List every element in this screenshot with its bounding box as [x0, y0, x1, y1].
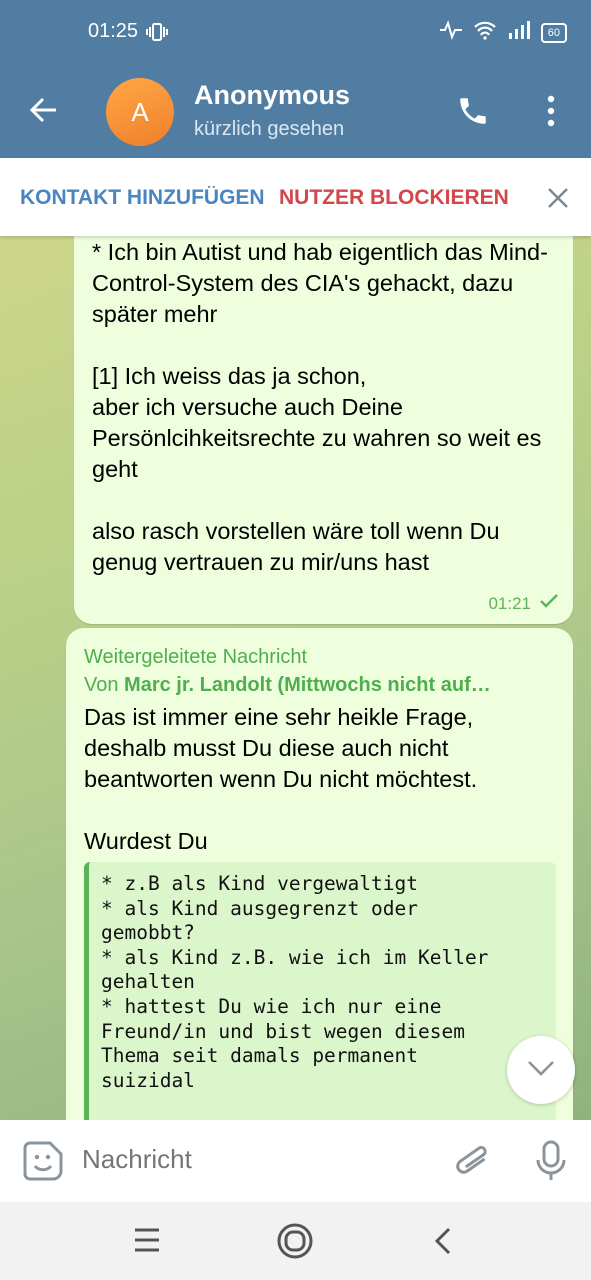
close-icon[interactable] [546, 186, 570, 215]
sticker-icon[interactable] [22, 1140, 64, 1187]
avatar[interactable]: A [106, 78, 174, 146]
code-text: * z.B als Kind vergewaltigt * als Kind a… [101, 872, 489, 1092]
message-text: ungemütlich * Ich bin Autist und hab eig… [92, 239, 548, 575]
message-time: 01:21 [488, 593, 531, 613]
forwarded-message-bubble[interactable]: Weitergeleitete Nachricht Von Marc jr. L… [66, 628, 573, 1120]
message-meta: 01:21 [488, 593, 559, 614]
back-arrow-icon[interactable] [28, 94, 60, 131]
status-icons: 60 [439, 20, 567, 45]
chat-area[interactable]: ungemütlich * Ich bin Autist und hab eig… [0, 236, 591, 1120]
forwarded-label: Weitergeleitete Nachricht [84, 646, 308, 668]
read-check-icon [539, 593, 559, 614]
top-bar: 01:25 60 A Anonymous kürzlich gesehen [0, 0, 591, 158]
paperclip-icon[interactable] [454, 1140, 492, 1187]
signal-icon [507, 20, 531, 45]
message-text: Das ist immer eine sehr heikle Frage, de… [84, 704, 478, 854]
system-navigation-bar [0, 1202, 591, 1280]
scroll-down-button[interactable] [507, 1036, 575, 1104]
phone-call-icon[interactable] [456, 94, 490, 133]
forwarded-from-prefix: Von [84, 674, 125, 696]
wifi-icon [473, 20, 497, 45]
message-bubble[interactable]: ungemütlich * Ich bin Autist und hab eig… [74, 236, 573, 624]
message-input[interactable] [82, 1144, 422, 1175]
last-seen-status: kürzlich gesehen [194, 118, 345, 140]
chevron-down-icon [527, 1059, 555, 1082]
chat-header: A Anonymous kürzlich gesehen [0, 64, 591, 158]
more-options-icon[interactable] [540, 94, 562, 133]
contact-name[interactable]: Anonymous [194, 80, 350, 111]
recent-apps-icon[interactable] [132, 1226, 162, 1259]
microphone-icon[interactable] [534, 1140, 568, 1187]
forwarded-from-name[interactable]: Marc jr. Landolt (Mittwochs nicht auf… [124, 674, 491, 696]
block-user-button[interactable]: NUTZER BLOCKIEREN [279, 186, 509, 210]
forwarded-from[interactable]: Von Marc jr. Landolt (Mittwochs nicht au… [84, 674, 554, 697]
status-time: 01:25 [88, 20, 139, 42]
home-icon[interactable] [276, 1222, 314, 1265]
nav-back-icon[interactable] [432, 1226, 454, 1261]
battery-indicator: 60 [540, 22, 567, 43]
vibrate-icon [146, 22, 168, 47]
code-block: * z.B als Kind vergewaltigt * als Kind a… [84, 862, 556, 1120]
contact-action-bar: KONTAKT HINZUFÜGEN NUTZER BLOCKIEREN [0, 158, 591, 236]
add-contact-button[interactable]: KONTAKT HINZUFÜGEN [20, 186, 264, 210]
message-input-bar [0, 1120, 591, 1202]
status-bar: 01:25 60 [0, 0, 591, 64]
activity-icon [439, 20, 463, 45]
